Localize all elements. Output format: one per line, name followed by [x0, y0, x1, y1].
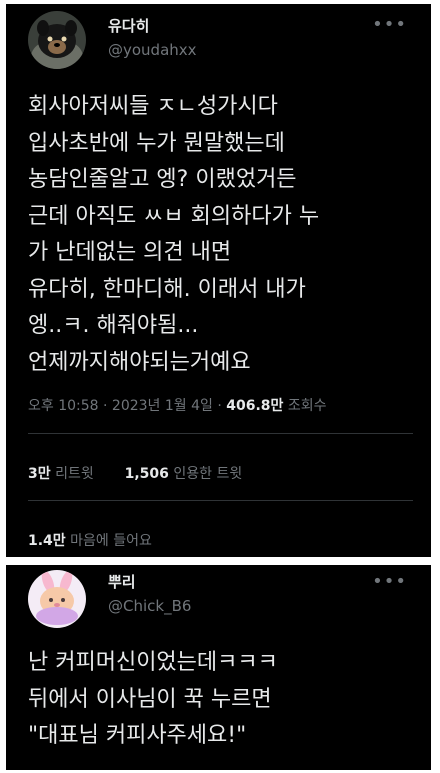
retweets-count: 3만: [28, 466, 51, 482]
divider: [28, 433, 413, 434]
tweet-card-1: 유다히 @youdahxx ••• 회사아저씨들 ㅈㄴ성가시다 입사초반에 누가…: [6, 4, 431, 557]
likes-label: 마음에 들어요: [70, 533, 152, 549]
views-label: 조회수: [287, 398, 327, 414]
quotes-link[interactable]: 1,506 인용한 트윗: [125, 466, 243, 482]
avatar[interactable]: [28, 570, 86, 628]
dog-avatar-icon: [28, 11, 86, 69]
quotes-count: 1,506: [124, 466, 169, 482]
tweet-meta: 오후 10:58 · 2023년 1월 4일 · 406.8만 조회수: [28, 395, 327, 415]
likes-stats[interactable]: 1.4만 마음에 들어요: [28, 530, 152, 550]
separator-dot: ·: [217, 398, 227, 414]
user-handle[interactable]: @Chick_B6: [108, 597, 191, 615]
divider: [28, 500, 413, 501]
tweet-text: 회사아저씨들 ㅈㄴ성가시다 입사초반에 누가 뭔말했는데 농담인줄알고 엥? 이…: [28, 94, 320, 375]
retweets-label: 리트윗: [55, 466, 94, 482]
retweets-link[interactable]: 3만 리트윗: [28, 466, 94, 482]
avatar[interactable]: [28, 11, 86, 69]
tweet-time[interactable]: 오후 10:58: [28, 398, 99, 414]
display-name[interactable]: 뿌리: [108, 571, 136, 592]
user-handle[interactable]: @youdahxx: [108, 41, 197, 59]
likes-count: 1.4만: [28, 533, 66, 549]
display-name[interactable]: 유다히: [108, 15, 149, 36]
bunny-avatar-icon: [28, 570, 86, 628]
tweet-text: 난 커피머신이었는데ㅋㅋㅋ 뒤에서 이사님이 꾹 누르면 "대표님 커피사주세요…: [28, 650, 278, 748]
more-options-icon[interactable]: •••: [372, 16, 407, 34]
retweet-stats: 3만 리트윗 1,506 인용한 트윗: [28, 463, 242, 483]
quotes-label: 인용한 트윗: [173, 466, 243, 482]
views-count: 406.8만: [226, 398, 284, 414]
tweet-date[interactable]: 2023년 1월 4일: [112, 398, 213, 414]
more-options-icon[interactable]: •••: [372, 573, 407, 591]
tweet-card-2: 뿌리 @Chick_B6 ••• 난 커피머신이었는데ㅋㅋㅋ 뒤에서 이사님이 …: [6, 565, 431, 770]
separator-dot: ·: [103, 398, 112, 414]
